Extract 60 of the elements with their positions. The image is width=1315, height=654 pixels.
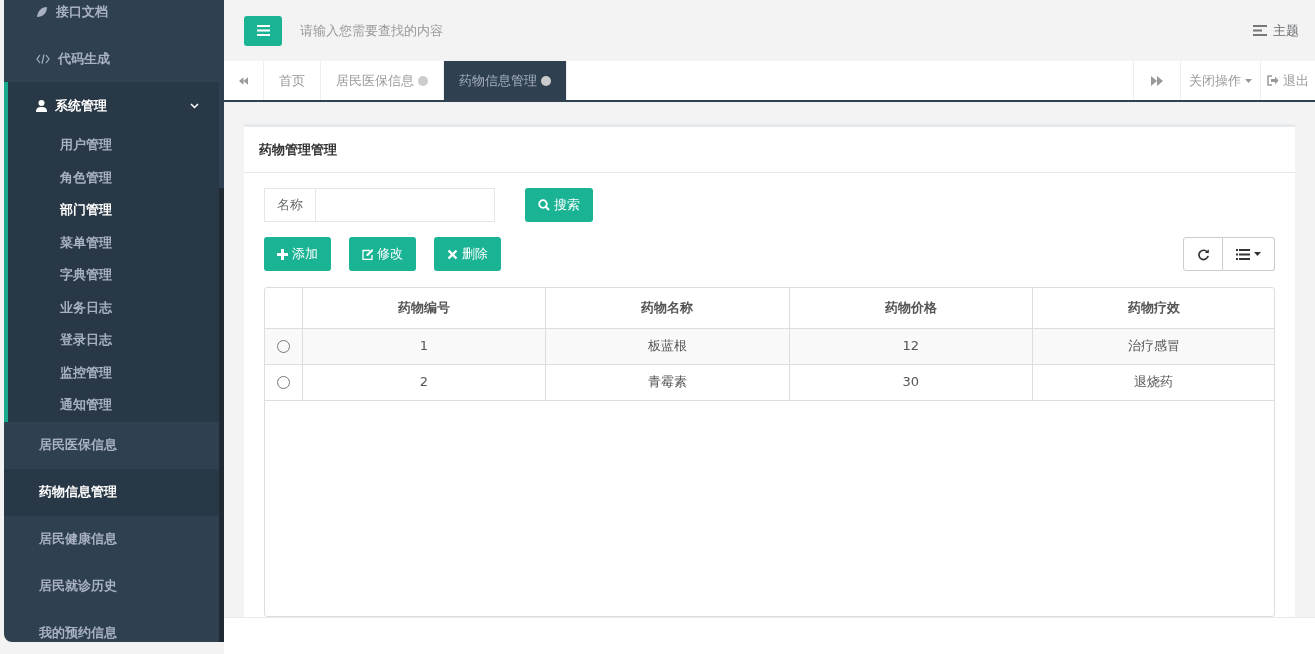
chevron-icon <box>190 102 199 109</box>
scroll-right-button[interactable] <box>1133 61 1181 100</box>
panel-title: 药物管理管理 <box>244 127 1295 173</box>
submenu-item[interactable]: 角色管理 <box>8 161 219 194</box>
edit-icon <box>362 248 373 260</box>
menu-icon <box>256 25 270 36</box>
close-icon[interactable] <box>541 75 551 86</box>
leaf-icon <box>36 5 48 18</box>
columns-dropdown[interactable] <box>1223 237 1275 271</box>
table-cell: 治疗感冒 <box>1032 328 1274 364</box>
sidebar-item[interactable]: 居民健康信息 <box>4 515 219 563</box>
delete-button[interactable]: 删除 <box>434 237 501 271</box>
sidebar-item[interactable]: 接口文档 <box>4 0 219 35</box>
name-filter-field[interactable]: 名称 <box>264 188 495 222</box>
times-icon <box>447 248 458 260</box>
search-button[interactable]: 搜索 <box>525 188 593 222</box>
sidebar-item[interactable]: 系统管理 <box>8 82 219 129</box>
sidebar-item[interactable]: 居民医保信息 <box>4 421 219 469</box>
sidebar-item[interactable]: 居民就诊历史 <box>4 562 219 610</box>
submenu-item[interactable]: 业务日志 <box>8 291 219 324</box>
caret-icon <box>1245 78 1252 83</box>
code-icon <box>36 53 50 64</box>
user-icon <box>36 99 47 112</box>
add-button[interactable]: 添加 <box>264 237 331 271</box>
caret-icon <box>1254 252 1261 256</box>
column-header: 药物编号 <box>302 288 546 328</box>
plus-icon <box>277 248 288 260</box>
sidebar-item[interactable]: 药物信息管理 <box>4 468 219 516</box>
menu-button[interactable] <box>244 15 282 46</box>
double-left-arrow-icon <box>239 75 248 86</box>
table-cell: 退烧药 <box>1032 364 1274 400</box>
refresh-button[interactable] <box>1183 237 1223 271</box>
tab[interactable]: 药物信息管理 <box>444 61 567 100</box>
search-icon <box>538 199 550 211</box>
table-cell: 30 <box>789 364 1033 400</box>
table-cell: 12 <box>789 328 1033 364</box>
submenu-item[interactable]: 部门管理 <box>8 194 219 227</box>
submenu-item[interactable]: 菜单管理 <box>8 226 219 259</box>
column-header: 药物疗效 <box>1032 288 1274 328</box>
theme-link[interactable]: 主题 <box>1273 20 1299 41</box>
list-icon <box>1236 248 1250 260</box>
column-header: 药物名称 <box>545 288 790 328</box>
double-right-arrow-icon <box>1151 75 1163 86</box>
submenu-item[interactable]: 用户管理 <box>8 129 219 162</box>
list-icon <box>1252 25 1267 36</box>
edit-button[interactable]: 修改 <box>349 237 416 271</box>
sidebar-item[interactable]: 我的预约信息 <box>4 609 219 642</box>
submenu-item[interactable]: 字典管理 <box>8 259 219 292</box>
table-cell: 2 <box>302 364 546 400</box>
refresh-icon <box>1196 247 1210 261</box>
table-cell: 板蓝根 <box>545 328 790 364</box>
submenu-item[interactable]: 登录日志 <box>8 324 219 357</box>
sidebar-item[interactable]: 代码生成 <box>4 35 219 82</box>
submenu-item[interactable]: 通知管理 <box>8 389 219 422</box>
table-cell: 青霉素 <box>545 364 790 400</box>
search-field[interactable]: 请输入您需要查找的内容 <box>298 19 698 42</box>
table-cell: 1 <box>302 328 546 364</box>
submenu-item[interactable]: 监控管理 <box>8 356 219 389</box>
sign-out-icon <box>1267 75 1279 86</box>
column-header: 药物价格 <box>789 288 1033 328</box>
